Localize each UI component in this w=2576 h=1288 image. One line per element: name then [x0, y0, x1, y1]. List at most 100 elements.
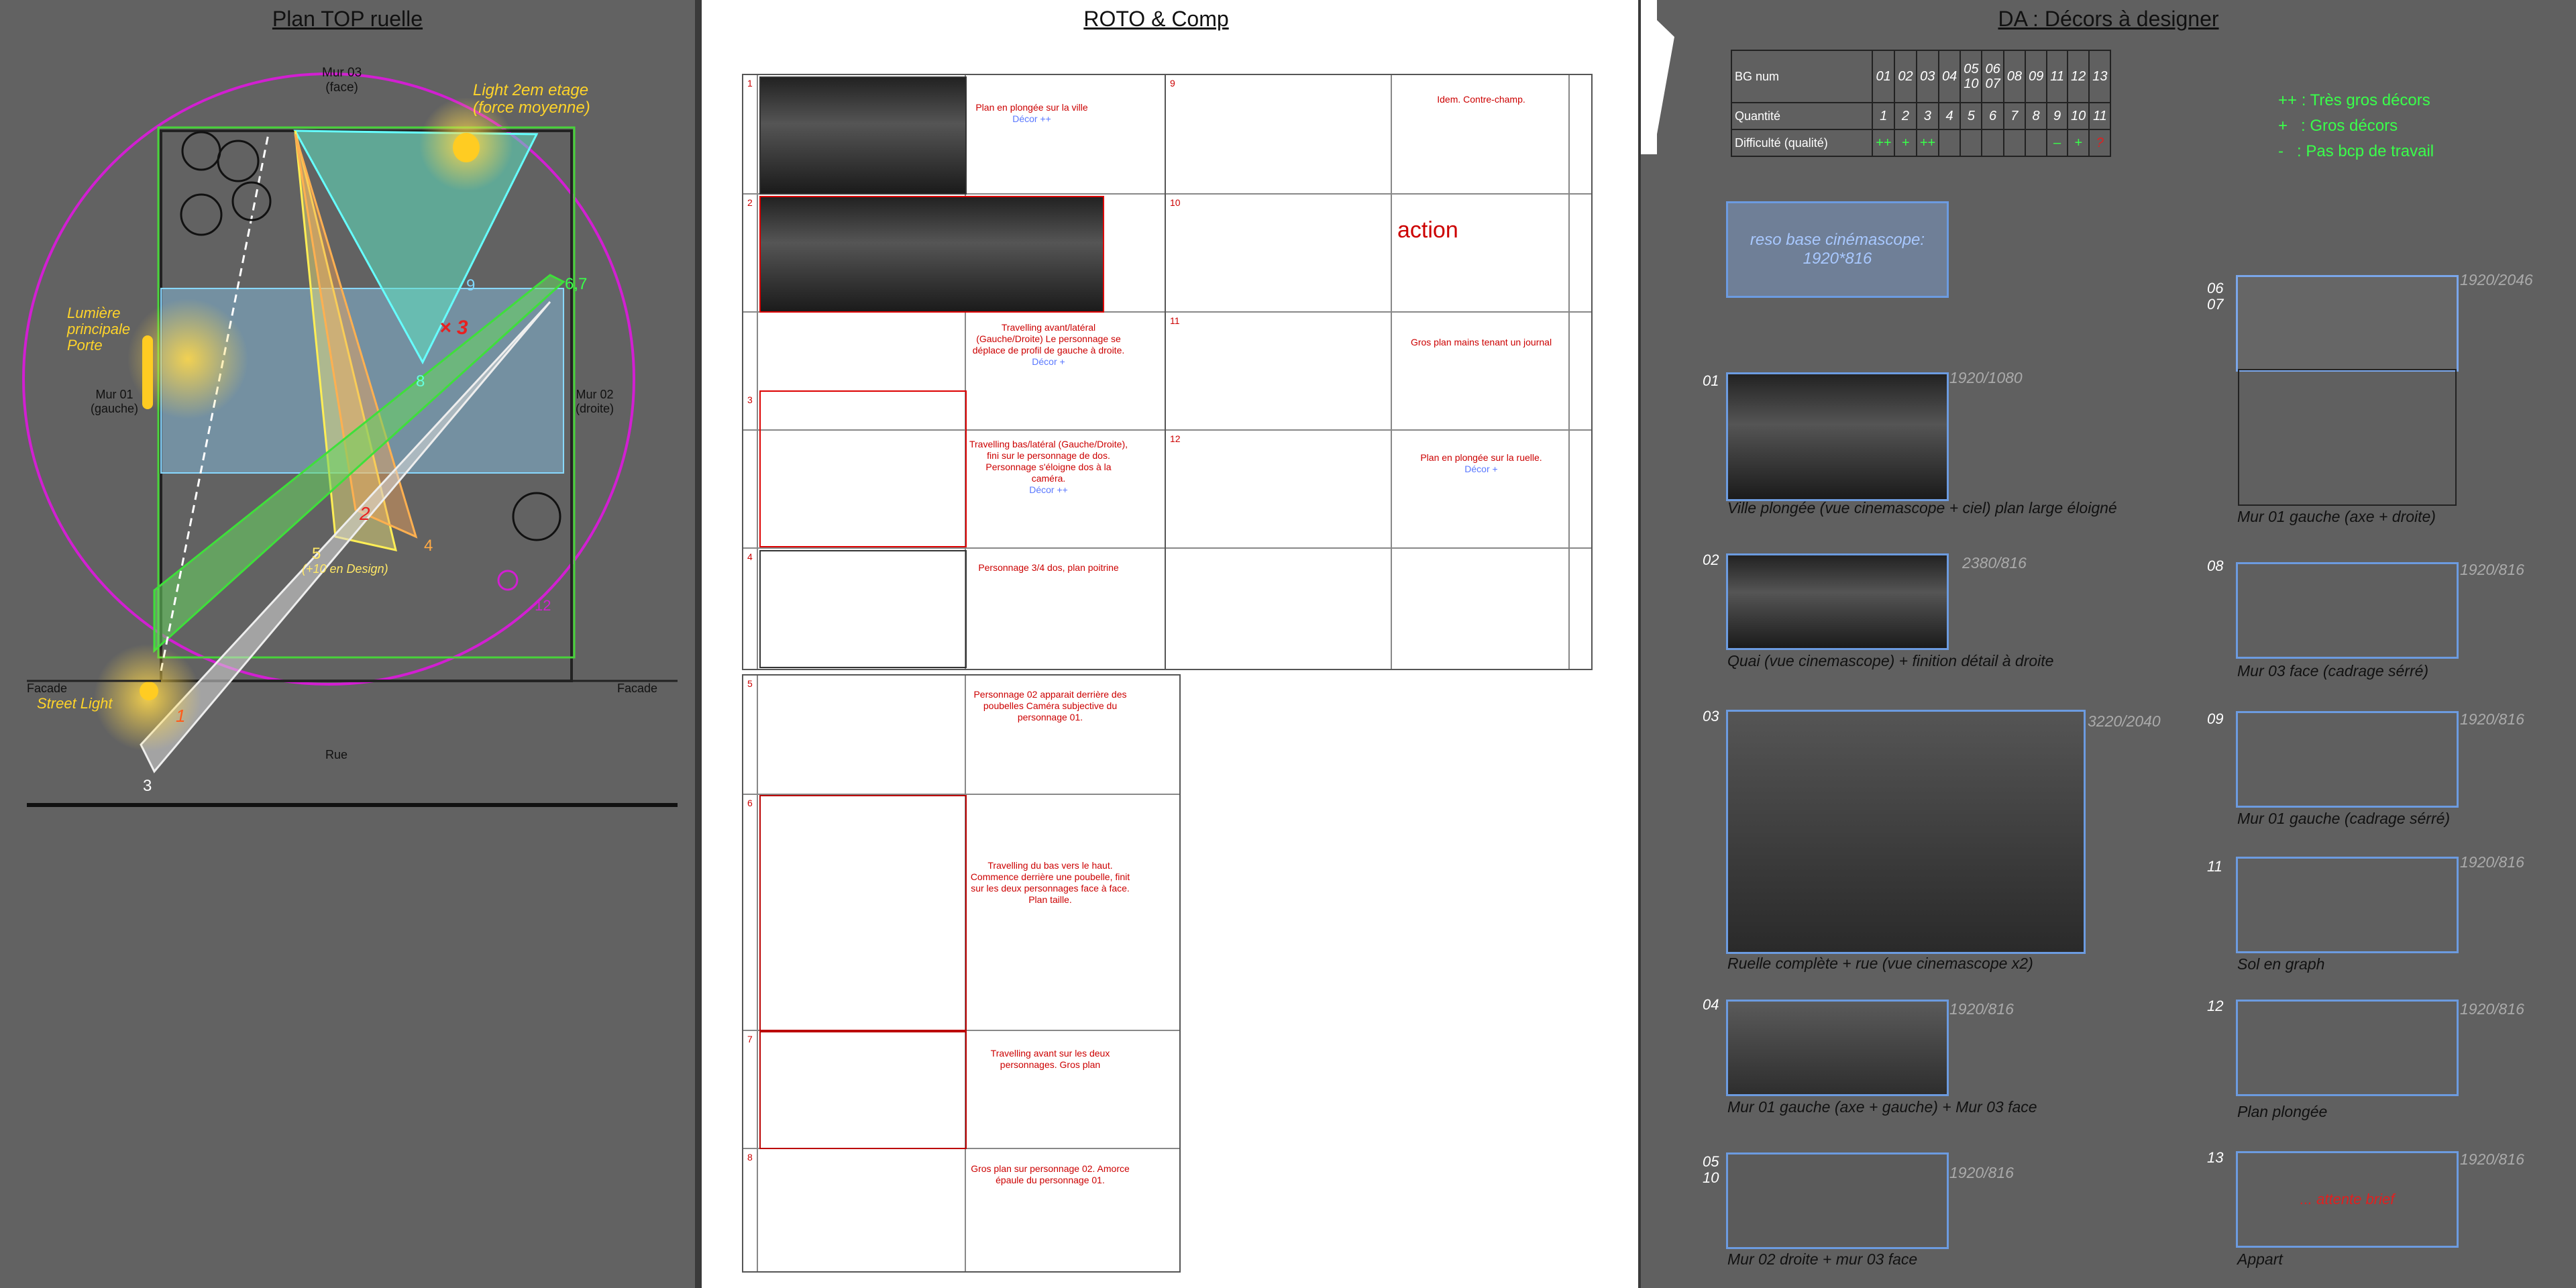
label-light2-sub: (force moyenne) — [473, 99, 590, 117]
label-mur02: Mur 02 — [576, 388, 614, 401]
decor-thumb — [2236, 1000, 2459, 1096]
cam-x3: × 3 — [439, 317, 468, 339]
label-mur01: Mur 01 — [95, 388, 133, 401]
label-principale: principale — [67, 321, 131, 337]
decor-id: 13 — [2207, 1149, 2224, 1166]
storyboard-sheet-c: 5 6 7 8 Personnage 02 apparait derrière … — [742, 674, 1181, 1273]
shot-description: Plan en plongée sur la ruelle. Décor + — [1420, 452, 1542, 474]
shot-number: 3 — [747, 394, 753, 405]
shot-number: 9 — [1170, 78, 1175, 89]
decor-res: 1920/1080 — [1949, 369, 2023, 386]
cam-12: 12 — [535, 597, 551, 614]
shot-description: Personnage 3/4 dos, plan poitrine — [978, 562, 1119, 573]
brief-note: ... attente brief — [2300, 1191, 2395, 1208]
shot-number: 11 — [1170, 315, 1180, 326]
cam-5-note: (+10 en Design) — [302, 562, 388, 576]
decor-id: 04 — [1703, 996, 1719, 1013]
decor-caption: Ville plongée (vue cinemascope + ciel) p… — [1727, 499, 2117, 517]
shot-number: 8 — [747, 1152, 753, 1163]
cam-3: 3 — [143, 777, 152, 795]
cam-67: 6,7 — [565, 275, 588, 293]
frame-6-image — [759, 795, 967, 1031]
decor-thumb — [2236, 857, 2459, 953]
decor-thumb — [1726, 710, 2086, 954]
decor-thumb: ... attente brief — [2236, 1151, 2459, 1248]
decor-res: 1920/816 — [2460, 710, 2524, 728]
decor-caption: Mur 03 face (cadrage sérré) — [2237, 662, 2429, 680]
decor-sketch — [2238, 369, 2457, 506]
label-street-light: Street Light — [37, 695, 113, 712]
shot-number: 10 — [1170, 197, 1181, 208]
label-light2: Light 2em etage — [473, 81, 589, 99]
shot-description: Idem. Contre-champ. — [1437, 94, 1525, 105]
decor-caption: Mur 01 gauche (axe + gauche) + Mur 03 fa… — [1727, 1098, 2037, 1116]
decor-caption: Sol en graph — [2237, 955, 2325, 973]
frame-7-image — [759, 1031, 967, 1149]
decor-caption: Appart — [2237, 1250, 2283, 1268]
shot-description: Gros plan mains tenant un journal — [1410, 337, 1552, 347]
cam-1: 1 — [176, 706, 186, 726]
decor-thumb — [2236, 275, 2459, 372]
legend-item: ++ : Très gros décors — [2278, 91, 2430, 109]
decor-thumb — [1726, 553, 1949, 650]
decor-id: 05 10 — [1703, 1153, 1719, 1186]
frame-2-image — [759, 196, 1104, 313]
label-mur01-sub: (gauche) — [91, 402, 139, 415]
label-mur03: Mur 03 — [322, 66, 362, 80]
cam-9: 9 — [466, 276, 476, 294]
decor-caption: Quai (vue cinemascope) + finition détail… — [1727, 652, 2054, 669]
label-porte: Porte — [67, 337, 103, 354]
decor-res: 1920/816 — [1949, 1164, 2014, 1181]
decor-id: 11 — [2207, 858, 2222, 875]
decor-thumb — [2236, 711, 2459, 808]
decor-thumb — [1726, 1152, 1949, 1249]
shot-description: Travelling avant/latéral (Gauche/Droite)… — [972, 322, 1125, 367]
decor-id: 03 — [1703, 708, 1719, 724]
shot-description: Plan en plongée sur la ville Décor ++ — [975, 102, 1088, 124]
label-mur03-sub: (face) — [325, 80, 358, 95]
cam-8: 8 — [416, 372, 425, 390]
roto-panel: ROTO & Comp 1 2 3 4 Plan en plongée sur … — [702, 0, 1638, 1288]
table-row: Quantité 1 2 3 4 5 6 7 8 9 10 11 — [1731, 102, 2112, 130]
shot-description: Gros plan sur personnage 02. Amorce épau… — [971, 1163, 1130, 1185]
panel-title: DA : Décors à designer — [1998, 7, 2219, 31]
shot-description: Travelling avant sur les deux personnage… — [990, 1048, 1110, 1070]
label-facade-right: Facade — [617, 682, 658, 695]
decor-thumb — [1726, 1000, 1949, 1096]
cam-4: 4 — [424, 537, 433, 555]
shot-number: 2 — [747, 197, 753, 208]
table-row: Difficulté (qualité) ++ + ++ – +? — [1731, 129, 2112, 157]
frame-3-image — [759, 390, 967, 547]
bg-table: BG num 01 02 03 04 05 10 06 07 08 09 11 12 13 Quant… — [1731, 50, 2112, 157]
decor-res: 3220/2040 — [2088, 712, 2161, 730]
cam-5: 5 — [312, 545, 321, 563]
decor-id: 06 07 — [2207, 280, 2224, 313]
shot-description: Travelling bas/latéral (Gauche/Droite), … — [969, 439, 1128, 495]
cam-2: 2 — [360, 503, 370, 524]
decor-res: 1920/816 — [2460, 1150, 2524, 1168]
decor-id: 09 — [2207, 710, 2224, 727]
label-lumiere: Lumière — [67, 305, 121, 321]
decor-id: 12 — [2207, 998, 2224, 1014]
decor-res: 1920/816 — [2460, 853, 2524, 871]
decor-res: 1920/816 — [1949, 1000, 2014, 1018]
divider — [1638, 0, 1641, 1288]
label-rue: Rue — [325, 748, 348, 761]
reso-box: reso base cinémascope: 1920*816 — [1726, 201, 1949, 298]
decor-thumb — [1726, 372, 1949, 501]
shot-number: 5 — [747, 678, 753, 689]
decor-res: 1920/816 — [2460, 1000, 2524, 1018]
decor-res: 2380/816 — [1962, 554, 2027, 572]
decor-res: 1920/816 — [2460, 561, 2524, 578]
panel-title: ROTO & Comp — [1083, 7, 1229, 31]
label-facade-left: Facade — [27, 682, 68, 695]
shot-description: action — [1397, 217, 1458, 243]
decor-caption: Plan plongée — [2237, 1103, 2328, 1120]
shot-number: 1 — [747, 78, 753, 89]
decor-caption: Mur 02 droite + mur 03 face — [1727, 1250, 1918, 1268]
frame-4-image — [759, 550, 967, 668]
table-row: BG num 01 02 03 04 05 10 06 07 08 09 11 12 13 — [1731, 50, 2112, 103]
shot-description: Personnage 02 apparait derrière des poub… — [973, 689, 1127, 722]
decor-caption: Mur 01 gauche (axe + droite) — [2237, 508, 2436, 525]
shot-number: 12 — [1170, 433, 1181, 444]
